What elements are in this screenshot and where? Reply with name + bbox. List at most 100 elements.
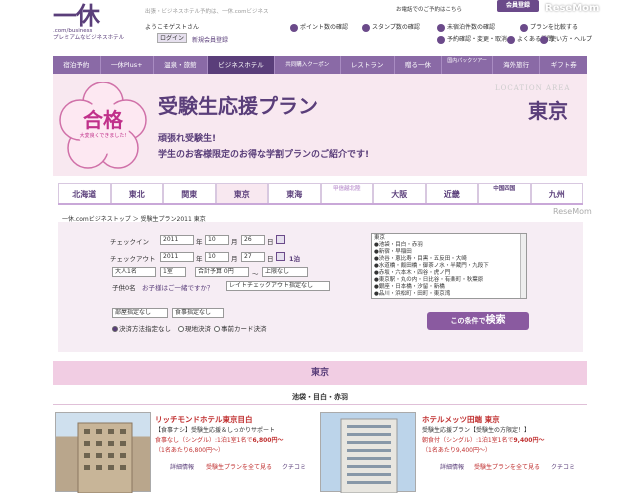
hotel-plan-desc: 【食事ナシ】受験生応援＆しっかりサポート: [155, 427, 276, 434]
search-button-prefix: この条件で: [450, 317, 486, 325]
header-link-reservation[interactable]: 予約確認・変更・取消: [437, 34, 507, 44]
day-unit: 日: [267, 255, 274, 263]
checkin-year-select[interactable]: 2011: [160, 235, 194, 245]
area-option[interactable]: ●赤坂・六本木・四谷・虎ノ門: [374, 270, 524, 277]
checkout-year-select[interactable]: 2011: [160, 252, 194, 262]
tab-kinki[interactable]: 近畿: [425, 183, 478, 203]
area-option[interactable]: 東京: [374, 235, 524, 242]
calendar-icon: [437, 23, 445, 32]
header-link-unstayed[interactable]: 未宿泊件数の確認: [437, 22, 495, 32]
hotel-price: 食事なし（シングル）:1泊1室1名で6,800円～: [155, 437, 284, 444]
watermark-faint: ReseMom: [553, 207, 592, 216]
checkin-day-select[interactable]: 26: [241, 235, 265, 245]
search-button[interactable]: この条件で検索: [427, 312, 529, 330]
hotel-all-plans-link[interactable]: 受験生プランを全て見る: [474, 462, 540, 471]
checkout-month-select[interactable]: 10: [205, 252, 229, 262]
nav-item-overseas[interactable]: 海外旅行: [493, 56, 541, 74]
checkin-month-select[interactable]: 10: [205, 235, 229, 245]
hotel-all-plans-link[interactable]: 受験生プランを全て見る: [206, 462, 272, 471]
location-area-label: LOCATION AREA: [495, 84, 571, 92]
tab-kyushu[interactable]: 九州: [530, 183, 583, 203]
children-link[interactable]: お子様はご一緒ですか？: [142, 282, 214, 292]
register-link[interactable]: 新規会員登録: [192, 35, 228, 44]
nav-item-stay[interactable]: 宿泊予約: [53, 56, 101, 74]
hotel-price-per-person: （1名あたり6,800円～）: [155, 447, 224, 454]
hotel-photo[interactable]: [320, 412, 416, 494]
area-option[interactable]: ●銀座・日本橋・汐留・新橋: [374, 284, 524, 291]
children-label: 子供0名: [112, 284, 136, 292]
header-link-compare[interactable]: プランを比較する: [520, 22, 578, 32]
hotel-detail-link[interactable]: 詳細情報: [170, 462, 194, 471]
nav-item-plus[interactable]: 一休Plus+: [101, 56, 154, 74]
hotel-price: 朝食付（シングル）:1泊1室1名で9,400円～: [422, 437, 545, 444]
stamp-icon: [362, 23, 370, 32]
nav-item-gift[interactable]: 贈る一休: [395, 56, 443, 74]
area-option[interactable]: ●品川・浜松町・田町・東京湾: [374, 291, 524, 298]
area-scrollbar[interactable]: [520, 234, 526, 298]
search-button-label: 検索: [485, 315, 506, 326]
login-button[interactable]: ログイン: [157, 33, 187, 43]
area-option[interactable]: ●東京駅・丸の内・日比谷・有楽町・秋葉原: [374, 277, 524, 284]
area-option[interactable]: ●池袋・目白・赤羽: [374, 242, 524, 249]
budget-max-select[interactable]: 上限なし: [262, 267, 308, 277]
room-type-select[interactable]: 部屋指定なし: [112, 308, 168, 318]
tab-osaka[interactable]: 大阪: [373, 183, 426, 203]
nav-item-giftcard[interactable]: ギフト券: [540, 56, 587, 74]
tab-tohoku[interactable]: 東北: [110, 183, 163, 203]
tab-hokkaido[interactable]: 北海道: [58, 183, 111, 203]
badge-text: 合格: [83, 108, 123, 132]
area-option[interactable]: ●新宿・早稲田: [374, 249, 524, 256]
member-register-button[interactable]: 会員登録: [497, 0, 539, 12]
late-checkout-select[interactable]: レイトチェックアウト指定なし: [226, 281, 330, 291]
checkout-label: チェックアウト: [110, 255, 156, 263]
radio-icon: [112, 326, 118, 332]
building-icon: [340, 418, 398, 494]
main-nav: 宿泊予約 一休Plus+ 温泉・旅館 ビジネスホテル 共同購入クーポン レストラ…: [53, 56, 587, 74]
payment-option-card[interactable]: 事前カード決済: [214, 323, 267, 333]
phone-reservation-link[interactable]: お電話でのご予約はこちら: [396, 5, 462, 13]
hotel-photo[interactable]: [55, 412, 151, 494]
budget-min-select[interactable]: 合計予算 0円: [195, 267, 249, 277]
meal-select[interactable]: 食事指定なし: [172, 308, 224, 318]
hotel-name-link[interactable]: リッチモンドホテル東京目白: [155, 414, 253, 425]
hotel-review-link[interactable]: クチコミ: [282, 462, 306, 471]
tab-kanto[interactable]: 関東: [163, 183, 216, 203]
nav-item-business[interactable]: ビジネスホテル: [207, 56, 275, 74]
header-link-stamps[interactable]: スタンプ数の確認: [362, 22, 420, 32]
question-icon: [507, 35, 515, 44]
day-unit: 日: [267, 238, 274, 246]
header-link-help[interactable]: 使い方・ヘルプ: [540, 34, 592, 44]
adults-select[interactable]: 大人1名: [112, 267, 156, 277]
logo[interactable]: 一休 .com/business プレミアムなビジネスホテル: [53, 4, 143, 46]
results-subarea-header: 池袋・目白・赤羽: [53, 389, 587, 405]
tab-tokai[interactable]: 東海: [268, 183, 321, 203]
tab-chugoku[interactable]: 中国四国: [478, 183, 531, 203]
tab-koshinetsu[interactable]: 甲信越北陸: [320, 183, 373, 203]
help-icon: [540, 35, 548, 44]
area-option[interactable]: ●水道橋・飯田橋・御茶ノ水・半蔵門・九段下: [374, 263, 524, 270]
checkin-calendar-icon[interactable]: [276, 235, 285, 244]
nav-item-coupon[interactable]: 共同購入クーポン: [275, 56, 341, 74]
hotel-detail-link[interactable]: 詳細情報: [440, 462, 464, 471]
reservation-icon: [437, 35, 445, 44]
guest-greeting: ようこそゲストさん: [145, 24, 200, 31]
nav-item-restaurant[interactable]: レストラン: [341, 56, 395, 74]
nav-item-package[interactable]: 国内パックツアー: [442, 56, 493, 74]
badge-subtext: 大変良くできました!: [79, 133, 127, 139]
radio-icon: [178, 326, 184, 332]
location-city: 東京: [528, 99, 568, 123]
rooms-select[interactable]: 1室: [160, 267, 186, 277]
nav-item-onsen[interactable]: 温泉・旅館: [154, 56, 208, 74]
hotel-review-link[interactable]: クチコミ: [551, 462, 575, 471]
area-listbox[interactable]: 東京 ●池袋・目白・赤羽 ●新宿・早稲田 ●渋谷・恵比寿・目黒・五反田・大崎 ●…: [371, 233, 527, 299]
watermark: ReseMom: [545, 3, 600, 14]
header-link-points[interactable]: ポイント数の確認: [290, 22, 348, 32]
year-unit: 年: [196, 238, 203, 246]
payment-option-onsite[interactable]: 現地決済: [178, 323, 211, 333]
area-option[interactable]: ●渋谷・恵比寿・目黒・五反田・大崎: [374, 256, 524, 263]
hotel-name-link[interactable]: ホテルメッツ田端 東京: [422, 414, 500, 425]
tab-tokyo[interactable]: 東京: [215, 183, 268, 203]
checkout-day-select[interactable]: 27: [241, 252, 265, 262]
payment-option-any[interactable]: 決済方法指定なし: [112, 323, 171, 333]
checkout-calendar-icon[interactable]: [276, 252, 285, 261]
